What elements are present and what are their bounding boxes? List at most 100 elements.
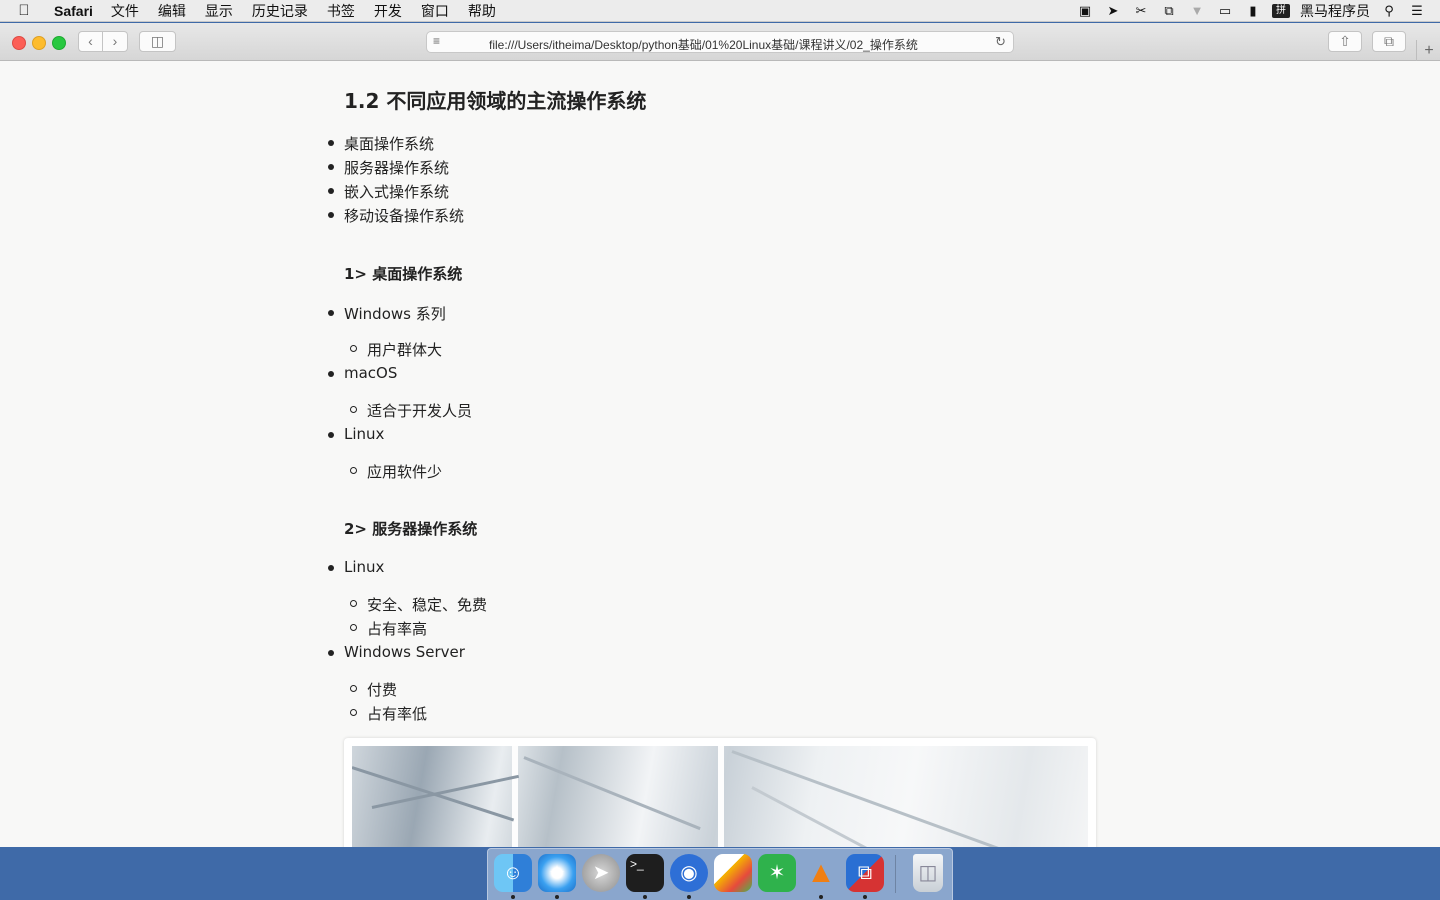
share-button[interactable]: ⇧ [1328, 31, 1362, 52]
address-bar[interactable]: ≡ file:///Users/itheima/Desktop/python基础… [426, 31, 1014, 53]
menu-edit[interactable]: 编辑 [158, 1, 186, 21]
menu-bar:  Safari 文件 编辑 显示 历史记录 书签 开发 窗口 帮助 ▣ ➤ ✂… [0, 0, 1440, 22]
running-indicator [643, 895, 647, 899]
menu-view[interactable]: 显示 [205, 1, 233, 21]
trash-icon[interactable]: ◫ [913, 854, 943, 892]
bullet [328, 371, 334, 377]
circle-bullet [350, 624, 357, 631]
server-os-heading: 2> 服务器操作系统 [344, 520, 478, 538]
spotlight-search-icon[interactable]: ⚲ [1380, 3, 1398, 18]
parallels-icon[interactable]: ⧉ [846, 854, 884, 892]
sidebar-icon: ◫ [150, 33, 165, 49]
list-item: 服务器操作系统 [328, 157, 450, 178]
back-button[interactable]: ‹ [78, 31, 103, 52]
sub-list-item: 应用软件少 [350, 461, 442, 482]
dock-separator [895, 855, 896, 893]
copy-icon[interactable]: ⧉ [1160, 3, 1178, 18]
list-item-text: 占有率高 [367, 620, 428, 638]
list-item: Windows Server [328, 643, 465, 661]
circle-bullet [350, 467, 357, 474]
list-item-text: Linux [344, 425, 385, 443]
sketch-icon[interactable] [714, 854, 752, 892]
circle-bullet [350, 600, 357, 607]
reload-icon[interactable]: ↻ [995, 34, 1006, 50]
menu-bookmarks[interactable]: 书签 [327, 1, 355, 21]
bullet [328, 650, 334, 656]
menu-history[interactable]: 历史记录 [252, 1, 308, 21]
bullet [328, 212, 334, 218]
new-tab-button[interactable]: + [1416, 40, 1440, 61]
sub-list-item: 适合于开发人员 [350, 400, 473, 421]
bullet [328, 164, 334, 170]
circle-bullet [350, 345, 357, 352]
screen-record-icon[interactable]: ▣ [1076, 3, 1094, 18]
input-method-icon[interactable]: 拼 [1272, 3, 1290, 18]
menu-file[interactable]: 文件 [111, 1, 139, 21]
bullet [328, 432, 334, 438]
browser-toolbar: ‹ › ◫ ≡ file:///Users/itheima/Desktop/py… [0, 23, 1440, 61]
photo-cable-tray [523, 756, 701, 831]
photo-divider [718, 746, 724, 847]
forward-button[interactable]: › [103, 31, 128, 52]
list-item-text: 适合于开发人员 [367, 402, 473, 420]
list-item: Linux [328, 425, 385, 443]
list-item-text: 桌面操作系统 [344, 135, 435, 153]
safari-icon[interactable]: ✦ [538, 854, 576, 892]
list-item: Windows 系列 [328, 303, 446, 324]
screen-recorder-icon[interactable]: ◉ [670, 854, 708, 892]
desktop-os-heading: 1> 桌面操作系统 [344, 265, 463, 283]
airplay-icon[interactable]: ▭ [1216, 3, 1234, 18]
sub-list-item: 安全、稳定、免费 [350, 594, 488, 615]
sub-list-item: 用户群体大 [350, 339, 443, 360]
list-item-text: Windows 系列 [344, 305, 446, 323]
sidebar-toggle-button[interactable]: ◫ [139, 31, 176, 52]
xmind-icon[interactable]: ✶ [758, 854, 796, 892]
share-icon: ⇧ [1339, 33, 1351, 49]
dock: ☺ ✦ ➤ >_ ◉ ✶ ▲ ⧉ ◫ [487, 848, 953, 900]
server-room-photo [352, 746, 1088, 847]
wifi-icon[interactable]: ▼ [1188, 3, 1206, 18]
sub-list-item: 占有率高 [350, 618, 428, 639]
menu-help[interactable]: 帮助 [468, 1, 496, 21]
server-room-image-card [344, 738, 1096, 847]
page-content: 1.2 不同应用领域的主流操作系统 桌面操作系统 服务器操作系统 嵌入式操作系统… [0, 61, 1440, 847]
list-item-text: 付费 [367, 681, 398, 699]
apple-icon[interactable]:  [14, 2, 34, 19]
list-item-text: Linux [344, 558, 385, 576]
list-item-text: 服务器操作系统 [344, 159, 450, 177]
list-item-text: 用户群体大 [367, 341, 443, 359]
running-indicator [555, 895, 559, 899]
close-window-button[interactable] [12, 36, 26, 50]
list-item-text: 移动设备操作系统 [344, 207, 465, 225]
menu-develop[interactable]: 开发 [374, 1, 402, 21]
menu-app-name[interactable]: Safari [54, 3, 93, 19]
vlc-icon[interactable]: ▲ [802, 854, 840, 892]
menu-window[interactable]: 窗口 [421, 1, 449, 21]
list-item: 移动设备操作系统 [328, 205, 465, 226]
section-title: 1.2 不同应用领域的主流操作系统 [344, 89, 647, 113]
reader-view-icon[interactable]: ≡ [433, 34, 453, 48]
running-indicator [511, 895, 515, 899]
finder-icon[interactable]: ☺ [494, 854, 532, 892]
url-text: file:///Users/itheima/Desktop/python基础/0… [489, 38, 918, 52]
battery-icon[interactable]: ▮ [1244, 3, 1262, 18]
sub-list-item: 付费 [350, 679, 398, 700]
safari-window: ‹ › ◫ ≡ file:///Users/itheima/Desktop/py… [0, 23, 1440, 847]
minimize-window-button[interactable] [32, 36, 46, 50]
circle-bullet [350, 685, 357, 692]
terminal-icon[interactable]: >_ [626, 854, 664, 892]
list-item-text: 安全、稳定、免费 [367, 596, 488, 614]
status-tray: ▣ ➤ ✂ ⧉ ▼ ▭ ▮ 拼 黑马程序员 ⚲ ☰ [1076, 1, 1426, 21]
scissors-icon[interactable]: ✂ [1132, 3, 1150, 18]
user-name[interactable]: 黑马程序员 [1300, 1, 1370, 21]
bullet [328, 188, 334, 194]
notification-center-icon[interactable]: ☰ [1408, 3, 1426, 18]
zoom-window-button[interactable] [52, 36, 66, 50]
show-tabs-button[interactable]: ⧉ [1372, 31, 1406, 52]
launchpad-icon[interactable]: ➤ [582, 854, 620, 892]
list-item-text: 占有率低 [367, 705, 428, 723]
chevron-left-icon: ‹ [88, 33, 93, 49]
list-item: macOS [328, 364, 397, 382]
send-icon[interactable]: ➤ [1104, 3, 1122, 18]
running-indicator [687, 895, 691, 899]
